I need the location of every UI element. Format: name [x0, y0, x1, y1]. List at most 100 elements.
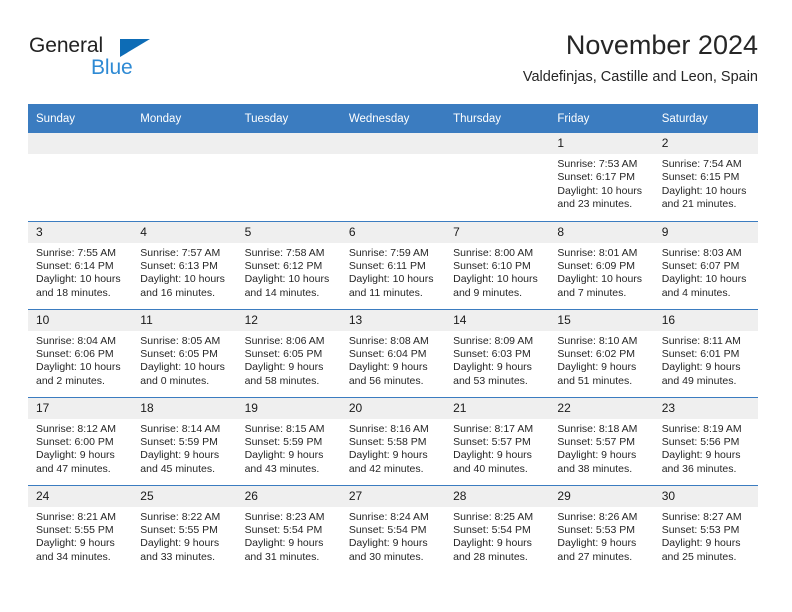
- sunrise-text: Sunrise: 7:53 AM: [557, 158, 638, 170]
- calendar-body: 1 Sunrise: 7:53 AM Sunset: 6:17 PM Dayli…: [28, 133, 758, 573]
- day-number: 2: [653, 133, 758, 154]
- day-cell[interactable]: 19 Sunrise: 8:15 AM Sunset: 5:59 PM Dayl…: [236, 396, 341, 485]
- day-cell[interactable]: [340, 133, 446, 221]
- day-number: 21: [445, 397, 550, 419]
- day-info: [341, 154, 445, 158]
- sunrise-text: Sunrise: 8:12 AM: [36, 422, 116, 435]
- brand-logo[interactable]: General Blue: [28, 34, 158, 86]
- sunset-text: Sunset: 5:55 PM: [36, 523, 114, 536]
- day-cell[interactable]: 12 Sunrise: 8:06 AM Sunset: 6:05 PM Dayl…: [236, 308, 341, 397]
- sunset-text: Sunset: 5:57 PM: [453, 435, 531, 448]
- calendar-header-row: Sunday Monday Tuesday Wednesday Thursday…: [28, 104, 758, 133]
- day-cell[interactable]: 18 Sunrise: 8:14 AM Sunset: 5:59 PM Dayl…: [132, 396, 237, 485]
- sunset-text: Sunset: 6:01 PM: [661, 347, 740, 360]
- sunset-text: Sunset: 6:04 PM: [348, 347, 427, 360]
- day-info: [28, 154, 132, 158]
- day-number: 8: [549, 221, 654, 243]
- day-cell[interactable]: 27 Sunrise: 8:24 AM Sunset: 5:54 PM Dayl…: [340, 484, 446, 573]
- sunrise-text: Sunrise: 8:00 AM: [453, 246, 534, 259]
- day-info: Sunrise: 7:59 AM Sunset: 6:11 PM Dayligh…: [341, 243, 445, 301]
- day-cell[interactable]: [445, 133, 550, 221]
- day-cell[interactable]: 30 Sunrise: 8:27 AM Sunset: 5:53 PM Dayl…: [653, 484, 758, 573]
- sunset-text: Sunset: 6:14 PM: [36, 259, 114, 272]
- day-cell[interactable]: 2 Sunrise: 7:54 AM Sunset: 6:15 PM Dayli…: [653, 133, 758, 221]
- daylight-text: Daylight: 9 hours and 56 minutes.: [348, 361, 428, 387]
- sunrise-text: Sunrise: 8:09 AM: [453, 334, 534, 347]
- daylight-text: Daylight: 9 hours and 40 minutes.: [453, 449, 532, 475]
- day-info: Sunrise: 8:09 AM Sunset: 6:03 PM Dayligh…: [445, 331, 549, 389]
- day-cell[interactable]: 20 Sunrise: 8:16 AM Sunset: 5:58 PM Dayl…: [340, 396, 446, 485]
- day-info: Sunrise: 7:53 AM Sunset: 6:17 PM Dayligh…: [549, 154, 653, 212]
- daylight-text: Daylight: 9 hours and 30 minutes.: [348, 537, 428, 563]
- day-number: 3: [28, 221, 133, 243]
- day-cell[interactable]: 1 Sunrise: 7:53 AM Sunset: 6:17 PM Dayli…: [549, 133, 654, 221]
- sunset-text: Sunset: 6:05 PM: [244, 347, 323, 360]
- sunrise-text: Sunrise: 8:14 AM: [140, 422, 221, 435]
- day-cell[interactable]: 22 Sunrise: 8:18 AM Sunset: 5:57 PM Dayl…: [549, 396, 654, 485]
- day-info: Sunrise: 8:26 AM Sunset: 5:53 PM Dayligh…: [549, 507, 653, 565]
- daylight-text: Daylight: 9 hours and 38 minutes.: [557, 449, 637, 475]
- day-number: 20: [340, 397, 446, 419]
- sunset-text: Sunset: 6:05 PM: [140, 347, 218, 360]
- daylight-text: Daylight: 9 hours and 33 minutes.: [140, 537, 220, 563]
- daylight-text: Daylight: 10 hours and 23 minutes.: [557, 184, 643, 211]
- daylight-text: Daylight: 10 hours and 21 minutes.: [661, 184, 747, 211]
- day-info: Sunrise: 8:25 AM Sunset: 5:54 PM Dayligh…: [445, 507, 549, 565]
- sunset-text: Sunset: 6:15 PM: [661, 171, 740, 184]
- day-number: [236, 133, 341, 154]
- day-number: 1: [549, 133, 654, 154]
- weekday-header-thursday: Thursday: [445, 104, 550, 133]
- day-cell[interactable]: [236, 133, 341, 221]
- day-cell[interactable]: 15 Sunrise: 8:10 AM Sunset: 6:02 PM Dayl…: [549, 308, 654, 397]
- day-cell[interactable]: 16 Sunrise: 8:11 AM Sunset: 6:01 PM Dayl…: [653, 308, 758, 397]
- day-number: 14: [445, 309, 550, 331]
- sunset-text: Sunset: 6:00 PM: [36, 435, 114, 448]
- sunrise-text: Sunrise: 8:17 AM: [453, 422, 534, 435]
- day-cell[interactable]: 21 Sunrise: 8:17 AM Sunset: 5:57 PM Dayl…: [445, 396, 550, 485]
- sunset-text: Sunset: 5:53 PM: [661, 523, 740, 536]
- day-info: Sunrise: 8:11 AM Sunset: 6:01 PM Dayligh…: [654, 331, 758, 389]
- sunrise-text: Sunrise: 7:54 AM: [661, 158, 742, 170]
- day-info: Sunrise: 8:18 AM Sunset: 5:57 PM Dayligh…: [549, 419, 653, 477]
- day-cell[interactable]: 4 Sunrise: 7:57 AM Sunset: 6:13 PM Dayli…: [132, 220, 237, 309]
- daylight-text: Daylight: 10 hours and 2 minutes.: [36, 361, 121, 387]
- day-cell[interactable]: 6 Sunrise: 7:59 AM Sunset: 6:11 PM Dayli…: [340, 220, 446, 309]
- day-cell[interactable]: 23 Sunrise: 8:19 AM Sunset: 5:56 PM Dayl…: [653, 396, 758, 485]
- day-info: Sunrise: 8:24 AM Sunset: 5:54 PM Dayligh…: [341, 507, 445, 565]
- sunset-text: Sunset: 5:54 PM: [244, 523, 323, 536]
- daylight-text: Daylight: 9 hours and 49 minutes.: [661, 361, 741, 387]
- sunrise-text: Sunrise: 7:59 AM: [348, 246, 429, 259]
- calendar-week-row: 3 Sunrise: 7:55 AM Sunset: 6:14 PM Dayli…: [28, 220, 758, 309]
- day-cell[interactable]: 13 Sunrise: 8:08 AM Sunset: 6:04 PM Dayl…: [340, 308, 446, 397]
- day-number: 29: [549, 485, 654, 507]
- day-info: Sunrise: 7:58 AM Sunset: 6:12 PM Dayligh…: [237, 243, 341, 301]
- day-cell[interactable]: 14 Sunrise: 8:09 AM Sunset: 6:03 PM Dayl…: [445, 308, 550, 397]
- day-cell[interactable]: 11 Sunrise: 8:05 AM Sunset: 6:05 PM Dayl…: [132, 308, 237, 397]
- day-cell[interactable]: 10 Sunrise: 8:04 AM Sunset: 6:06 PM Dayl…: [28, 308, 133, 397]
- weekday-header-wednesday: Wednesday: [340, 104, 446, 133]
- day-cell[interactable]: 5 Sunrise: 7:58 AM Sunset: 6:12 PM Dayli…: [236, 220, 341, 309]
- daylight-text: Daylight: 9 hours and 43 minutes.: [244, 449, 324, 475]
- day-cell[interactable]: [28, 133, 133, 221]
- sunset-text: Sunset: 5:55 PM: [140, 523, 218, 536]
- day-cell[interactable]: 25 Sunrise: 8:22 AM Sunset: 5:55 PM Dayl…: [132, 484, 237, 573]
- day-cell[interactable]: 17 Sunrise: 8:12 AM Sunset: 6:00 PM Dayl…: [28, 396, 133, 485]
- day-cell[interactable]: 8 Sunrise: 8:01 AM Sunset: 6:09 PM Dayli…: [549, 220, 654, 309]
- day-cell[interactable]: 3 Sunrise: 7:55 AM Sunset: 6:14 PM Dayli…: [28, 220, 133, 309]
- sunset-text: Sunset: 6:13 PM: [140, 259, 218, 272]
- daylight-text: Daylight: 10 hours and 9 minutes.: [453, 273, 538, 299]
- daylight-text: Daylight: 9 hours and 28 minutes.: [453, 537, 532, 563]
- sunrise-text: Sunrise: 7:57 AM: [140, 246, 221, 259]
- day-cell[interactable]: 9 Sunrise: 8:03 AM Sunset: 6:07 PM Dayli…: [653, 220, 758, 309]
- calendar-week-row: 1 Sunrise: 7:53 AM Sunset: 6:17 PM Dayli…: [28, 133, 758, 221]
- calendar-week-row: 24 Sunrise: 8:21 AM Sunset: 5:55 PM Dayl…: [28, 484, 758, 573]
- day-info: Sunrise: 8:12 AM Sunset: 6:00 PM Dayligh…: [28, 419, 132, 477]
- day-cell[interactable]: 24 Sunrise: 8:21 AM Sunset: 5:55 PM Dayl…: [28, 484, 133, 573]
- day-cell[interactable]: 29 Sunrise: 8:26 AM Sunset: 5:53 PM Dayl…: [549, 484, 654, 573]
- day-cell[interactable]: 28 Sunrise: 8:25 AM Sunset: 5:54 PM Dayl…: [445, 484, 550, 573]
- daylight-text: Daylight: 9 hours and 53 minutes.: [453, 361, 532, 387]
- day-cell[interactable]: 26 Sunrise: 8:23 AM Sunset: 5:54 PM Dayl…: [236, 484, 341, 573]
- day-number: 12: [236, 309, 341, 331]
- day-cell[interactable]: [132, 133, 237, 221]
- day-cell[interactable]: 7 Sunrise: 8:00 AM Sunset: 6:10 PM Dayli…: [445, 220, 550, 309]
